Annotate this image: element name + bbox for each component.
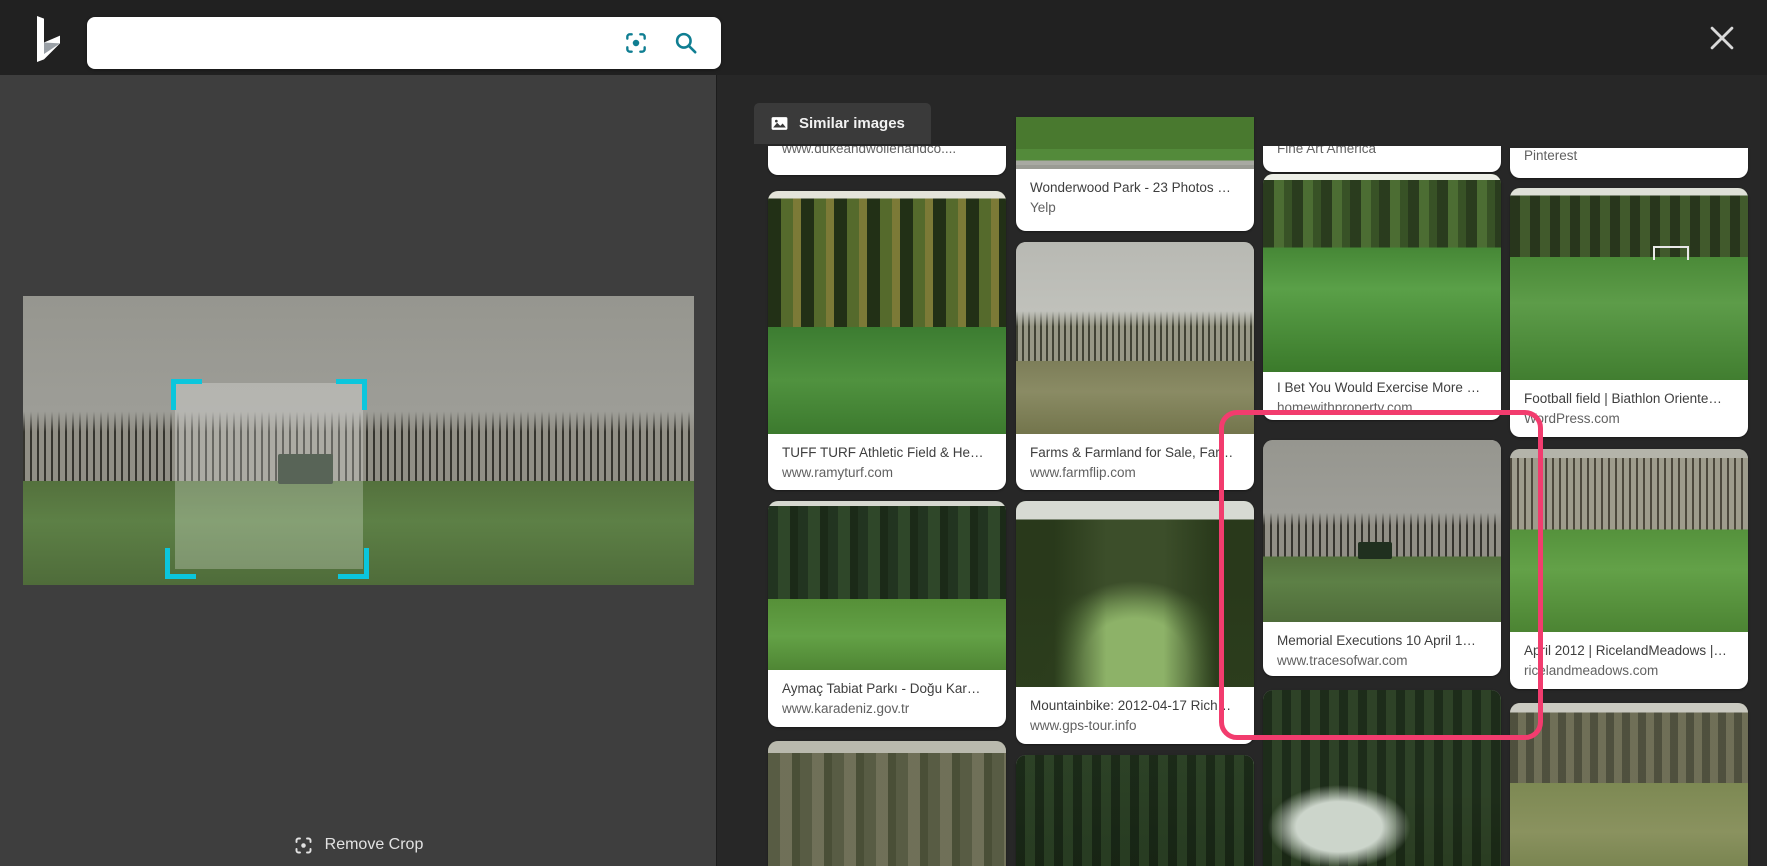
image-preview-pane: Remove Crop — [0, 75, 716, 866]
result-title: Wonderwood Park - 23 Photos … — [1030, 178, 1240, 198]
similar-image-card[interactable]: Aymaç Tabiat Parkı - Doğu Kar… www.karad… — [768, 501, 1006, 727]
result-thumbnail — [1263, 440, 1501, 622]
result-title: April 2012 | RicelandMeadows |… — [1524, 641, 1734, 661]
result-source: Fine Art America — [1277, 146, 1487, 159]
remove-crop-label: Remove Crop — [325, 836, 424, 854]
result-title: Memorial Executions 10 April 1… — [1277, 631, 1487, 651]
crop-handle-bottom-left[interactable] — [165, 548, 196, 579]
result-thumbnail — [1510, 449, 1748, 632]
similar-image-card[interactable]: TUFF TURF Athletic Field & He… www.ramyt… — [768, 191, 1006, 490]
result-thumbnail — [1016, 242, 1254, 434]
result-title: Aymaç Tabiat Parkı - Doğu Kar… — [782, 679, 992, 699]
similar-image-card[interactable] — [1016, 755, 1254, 866]
topbar — [0, 0, 1767, 75]
similar-image-card[interactable]: April 2012 | RicelandMeadows |… riceland… — [1510, 449, 1748, 689]
results-column: Wonderwood Park - 23 Photos … Yelp Farms… — [1016, 75, 1254, 866]
result-title: Mountainbike: 2012-04-17 Rich… — [1030, 696, 1240, 716]
crop-selection[interactable] — [175, 383, 363, 569]
result-title: I Bet You Would Exercise More … — [1277, 378, 1487, 398]
result-source: www.gps-tour.info — [1030, 716, 1240, 736]
similar-image-card[interactable]: Football field | Biathlon Oriente… WordP… — [1510, 188, 1748, 437]
similar-image-card[interactable]: I Bet You Would Exercise More … homewith… — [1263, 174, 1501, 420]
results-column: Pinterest Football field | Biathlon Orie… — [1510, 75, 1748, 866]
result-structure — [1358, 542, 1392, 559]
result-source: www.karadeniz.gov.tr — [782, 699, 992, 719]
crop-handle-bottom-right[interactable] — [338, 548, 369, 579]
tab-similar-images[interactable]: Similar images — [754, 103, 931, 144]
result-source: Pinterest — [1524, 148, 1734, 166]
search-input[interactable] — [105, 17, 619, 71]
bing-logo[interactable] — [32, 16, 64, 62]
tab-similar-images-label: Similar images — [799, 115, 905, 132]
result-thumbnail — [1016, 117, 1254, 169]
goal-posts — [1653, 246, 1689, 260]
result-source: www.ramyturf.com — [782, 463, 992, 483]
visual-search-icon[interactable] — [623, 30, 649, 56]
result-thumbnail — [1016, 755, 1254, 866]
search-box — [87, 17, 721, 69]
result-source: homewithproperty.com — [1277, 398, 1487, 418]
result-title: Football field | Biathlon Oriente… — [1524, 389, 1734, 409]
result-source: www.farmflip.com — [1030, 463, 1240, 483]
similar-image-card-highlighted[interactable]: Memorial Executions 10 April 1… www.trac… — [1263, 440, 1501, 676]
query-image — [23, 296, 694, 585]
similar-image-card[interactable] — [768, 741, 1006, 866]
similar-images-panel: Similar images www.dukeandwollenandco...… — [716, 75, 1767, 866]
result-source: WordPress.com — [1524, 409, 1734, 429]
crop-focus-icon — [293, 835, 314, 856]
result-thumbnail — [768, 741, 1006, 866]
image-icon — [770, 114, 789, 133]
result-source: Yelp — [1030, 198, 1240, 218]
visual-search-page: Remove Crop Similar images www.dukeandwo… — [0, 0, 1767, 866]
results-column: Fine Art America I Bet You Would Exercis… — [1263, 75, 1501, 866]
results-column: www.dukeandwollenandco.... TUFF TURF Ath… — [768, 75, 1006, 866]
crop-handle-top-left[interactable] — [171, 379, 202, 410]
search-icon[interactable] — [673, 30, 699, 56]
result-thumbnail — [1510, 188, 1748, 380]
similar-image-card[interactable]: Fine Art America — [1263, 146, 1501, 172]
result-source: www.tracesofwar.com — [1277, 651, 1487, 671]
similar-image-card[interactable]: www.dukeandwollenandco.... — [768, 146, 1006, 175]
similar-image-card[interactable]: Farms & Farmland for Sale, Far… www.farm… — [1016, 242, 1254, 490]
remove-crop-button[interactable]: Remove Crop — [0, 828, 716, 862]
similar-image-card[interactable] — [1510, 703, 1748, 866]
result-title: TUFF TURF Athletic Field & He… — [782, 443, 992, 463]
similar-image-card[interactable] — [1263, 690, 1501, 866]
close-icon[interactable] — [1705, 21, 1739, 55]
result-thumbnail — [1263, 174, 1501, 372]
similar-image-card[interactable]: Pinterest — [1510, 148, 1748, 178]
similar-image-card[interactable]: Wonderwood Park - 23 Photos … Yelp — [1016, 117, 1254, 231]
result-thumbnail — [768, 191, 1006, 434]
result-source: www.dukeandwollenandco.... — [782, 146, 992, 159]
result-source: ricelandmeadows.com — [1524, 661, 1734, 681]
result-thumbnail — [1510, 703, 1748, 866]
crop-handle-top-right[interactable] — [336, 379, 367, 410]
result-thumbnail — [1263, 690, 1501, 866]
similar-image-card[interactable]: Mountainbike: 2012-04-17 Rich… www.gps-t… — [1016, 501, 1254, 744]
result-thumbnail — [768, 501, 1006, 670]
result-title: Farms & Farmland for Sale, Far… — [1030, 443, 1240, 463]
result-thumbnail — [1016, 501, 1254, 687]
